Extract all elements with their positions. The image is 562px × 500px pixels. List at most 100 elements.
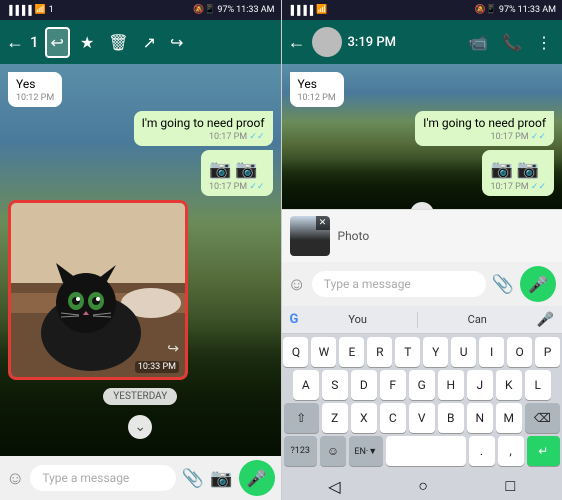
nav-back[interactable]: ◁	[328, 477, 340, 496]
key-e[interactable]: E	[339, 337, 364, 367]
status-left: ▐▐▐▐ 📶 1	[6, 5, 54, 16]
message-time: 10:17 PM ✓✓	[490, 182, 546, 192]
signal-icon: ▐▐▐▐	[288, 5, 314, 16]
delete-icon[interactable]: 🗑	[104, 29, 132, 56]
contact-status: 3:19 PM	[348, 35, 459, 50]
key-row-3: ⇧ Z X C V B N M ⌫	[284, 403, 561, 433]
key-p[interactable]: P	[535, 337, 560, 367]
space-key[interactable]	[386, 436, 466, 466]
key-t[interactable]: T	[395, 337, 420, 367]
key-x[interactable]: X	[351, 403, 377, 433]
more-options-icon[interactable]: ⋮	[532, 29, 556, 56]
wifi-icon: 📶	[316, 5, 327, 15]
keyboard-bottom-bar: ◁ ○ □	[282, 472, 562, 500]
key-i[interactable]: I	[479, 337, 504, 367]
backspace-key[interactable]: ⌫	[525, 403, 560, 433]
message-input[interactable]: Type a message	[30, 465, 175, 491]
back-button[interactable]: ←	[6, 32, 24, 53]
back-button[interactable]: ←	[288, 32, 306, 53]
scroll-down-button[interactable]: ⌄	[128, 415, 152, 439]
keyboard-toolbar: G You Can 🎤	[282, 306, 562, 334]
camera-icon-2: 📷	[517, 159, 539, 180]
key-n[interactable]: N	[467, 403, 493, 433]
voice-call-icon[interactable]: 📞	[498, 29, 526, 56]
mic-button[interactable]: 🎤	[239, 460, 275, 496]
key-l[interactable]: L	[525, 370, 551, 400]
key-h[interactable]: H	[438, 370, 464, 400]
key-f[interactable]: F	[380, 370, 406, 400]
message-input-right[interactable]: Type a message	[312, 271, 486, 297]
read-ticks: ✓✓	[249, 182, 264, 192]
key-o[interactable]: O	[507, 337, 532, 367]
message-time: 10:12 PM	[16, 93, 54, 103]
key-row-4: ?123 ☺ EN·▼ . , ↵	[284, 436, 561, 466]
left-top-bar: ← 1 ↩ ★ 🗑 ↗ ↪	[0, 20, 281, 64]
camera-button[interactable]: 📷	[210, 468, 232, 489]
emoji-button[interactable]: ☺	[6, 468, 24, 489]
lang-key[interactable]: EN·▼	[349, 436, 383, 466]
key-s[interactable]: S	[322, 370, 348, 400]
clock: 11:33 AM	[236, 5, 274, 15]
nav-recent[interactable]: □	[506, 476, 516, 496]
number-key[interactable]: ?123	[284, 436, 318, 466]
key-b[interactable]: B	[438, 403, 464, 433]
suggestion-can[interactable]: Can	[426, 313, 529, 326]
camera-icon-2: 📷	[235, 159, 257, 180]
key-c[interactable]: C	[380, 403, 406, 433]
suggestion-you[interactable]: You	[306, 313, 409, 326]
comma-key[interactable]: ,	[498, 436, 524, 466]
read-ticks: ✓✓	[249, 132, 264, 142]
attach-button[interactable]: 📎	[492, 274, 514, 295]
message-received-yes: Yes 10:12 PM	[290, 72, 344, 107]
video-call-icon[interactable]: 📹	[464, 29, 492, 56]
clock: 11:33 AM	[518, 5, 556, 15]
star-icon[interactable]: ★	[76, 29, 98, 56]
reply-icon[interactable]: ↩	[45, 27, 70, 58]
period-key[interactable]: .	[469, 436, 495, 466]
keyboard: G You Can 🎤 Q W E R T Y U I O P A	[282, 306, 562, 500]
key-w[interactable]: W	[311, 337, 336, 367]
enter-key[interactable]: ↵	[527, 436, 561, 466]
message-sent-proof: I'm going to need proof 10:17 PM ✓✓	[134, 111, 273, 146]
message-sent-proof: I'm going to need proof 10:17 PM ✓✓	[415, 111, 554, 146]
nav-home[interactable]: ○	[418, 476, 428, 496]
attach-button[interactable]: 📎	[182, 468, 204, 489]
key-d[interactable]: D	[351, 370, 377, 400]
status-number: 1	[49, 5, 54, 15]
key-k[interactable]: K	[496, 370, 522, 400]
key-q[interactable]: Q	[283, 337, 308, 367]
contact-name[interactable]: 1	[30, 33, 39, 51]
key-m[interactable]: M	[496, 403, 522, 433]
battery-level: 97%	[217, 5, 234, 15]
message-time: 10:17 PM ✓✓	[209, 182, 265, 192]
right-input-bar: ☺ Type a message 📎 🎤	[282, 262, 562, 306]
key-j[interactable]: J	[467, 370, 493, 400]
avatar[interactable]	[312, 27, 342, 57]
status-icons: 🔕📱	[193, 5, 215, 15]
key-a[interactable]: A	[293, 370, 319, 400]
right-top-bar: ← 3:19 PM 📹 📞 ⋮	[282, 20, 562, 64]
key-z[interactable]: Z	[322, 403, 348, 433]
emoji-key[interactable]: ☺	[320, 436, 346, 466]
forward-icon[interactable]: ↪	[166, 29, 187, 56]
emoji-button[interactable]: ☺	[288, 274, 306, 295]
right-status-bar: ▐▐▐▐ 📶 🔕📱 97% 11:33 AM	[282, 0, 562, 20]
key-r[interactable]: R	[367, 337, 392, 367]
key-y[interactable]: Y	[423, 337, 448, 367]
message-text: I'm going to need proof	[142, 116, 265, 130]
selected-image-bubble[interactable]: 10:33 PM ↪	[8, 200, 188, 380]
remove-photo-button[interactable]: ✕	[316, 216, 330, 230]
shift-key[interactable]: ⇧	[284, 403, 319, 433]
key-v[interactable]: V	[409, 403, 435, 433]
share-icon[interactable]: ↗	[139, 29, 160, 56]
scroll-down-button-right[interactable]: ⌄	[410, 202, 434, 209]
key-u[interactable]: U	[451, 337, 476, 367]
mic-button-right[interactable]: 🎤	[520, 266, 556, 302]
right-chat-background: Yes 10:12 PM I'm going to need proof 10:…	[282, 64, 562, 209]
keyboard-mic-icon[interactable]: 🎤	[537, 312, 554, 328]
image-forward-icon[interactable]: ↪	[167, 341, 179, 357]
message-received-yes: Yes 10:12 PM	[8, 72, 62, 107]
key-g[interactable]: G	[409, 370, 435, 400]
left-input-bar: ☺ Type a message 📎 📷 🎤	[0, 456, 281, 500]
cat-image	[11, 203, 188, 380]
